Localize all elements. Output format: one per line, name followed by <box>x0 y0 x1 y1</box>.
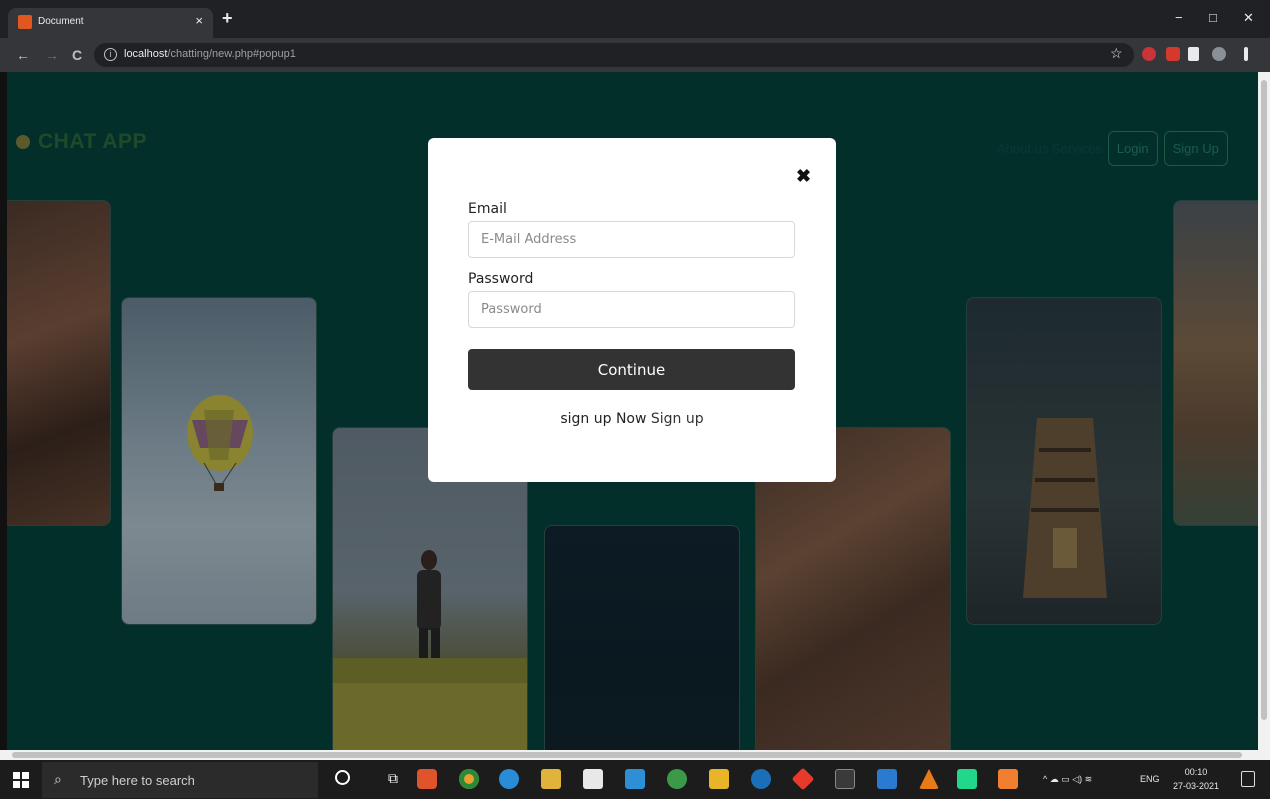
minimize-button[interactable]: − <box>1175 10 1183 25</box>
taskbar-clock[interactable]: 00:10 27-03-2021 <box>1168 765 1224 793</box>
app-diamond-icon[interactable] <box>791 767 815 791</box>
brave-browser-icon[interactable] <box>417 769 437 789</box>
profile-avatar-icon[interactable] <box>1212 47 1226 61</box>
cortana-icon[interactable] <box>335 770 350 785</box>
password-label: Password <box>468 271 534 287</box>
email-field[interactable] <box>468 221 795 258</box>
browser-titlebar: Document × + − □ ✕ <box>0 0 1270 38</box>
pycharm-icon[interactable] <box>957 769 977 789</box>
bookmark-star-icon[interactable]: ☆ <box>1110 45 1123 62</box>
reload-button[interactable]: C <box>72 47 82 63</box>
logo-icon <box>16 135 30 149</box>
xampp-icon[interactable] <box>998 769 1018 789</box>
nav-links[interactable]: About us Services <box>997 141 1102 156</box>
clock-date: 27-03-2021 <box>1172 781 1220 791</box>
store-icon[interactable] <box>583 769 603 789</box>
photo-card-canyon-left <box>7 200 111 526</box>
steam-icon[interactable] <box>751 769 771 789</box>
close-icon[interactable]: ✖ <box>796 166 811 187</box>
signup-prefix-text: sign up Now <box>560 411 647 427</box>
browser-toolbar: ← → C i localhost/chatting/new.php#popup… <box>0 38 1270 72</box>
windows-start-icon[interactable] <box>13 772 29 788</box>
hot-air-balloon-icon <box>187 395 253 491</box>
menu-kebab-icon[interactable] <box>1244 47 1248 61</box>
signup-button[interactable]: Sign Up <box>1163 131 1228 166</box>
photo-card-night-sky <box>544 525 740 750</box>
mail-icon[interactable] <box>625 769 645 789</box>
brand-logo[interactable]: CHAT APP <box>16 130 147 154</box>
horizontal-scrollbar[interactable] <box>0 750 1270 760</box>
xbox-icon[interactable] <box>667 769 687 789</box>
brand-name: CHAT APP <box>38 130 147 153</box>
language-indicator[interactable]: ENG <box>1140 774 1160 784</box>
xampp-favicon-icon <box>18 15 32 29</box>
login-popup: ✖ Email Password Continue sign up Now Si… <box>428 138 836 482</box>
vlc-icon[interactable] <box>919 769 939 789</box>
notification-center-icon[interactable] <box>1241 771 1255 787</box>
task-view-icon[interactable]: ⧉ <box>388 770 398 787</box>
site-info-icon[interactable]: i <box>104 48 117 61</box>
address-bar[interactable]: i localhost/chatting/new.php#popup1 <box>94 43 1134 67</box>
back-button[interactable]: ← <box>16 47 30 63</box>
signup-prompt: sign up Now Sign up <box>428 411 836 427</box>
epic-games-icon[interactable] <box>835 769 855 789</box>
photo-card-temple <box>966 297 1162 625</box>
window-close-button[interactable]: ✕ <box>1243 10 1254 26</box>
continue-button[interactable]: Continue <box>468 349 795 390</box>
header-nav: About us Services Login Sign Up <box>997 131 1228 166</box>
chrome-icon[interactable] <box>459 769 479 789</box>
maximize-button[interactable]: □ <box>1209 10 1217 25</box>
taskbar-search-box[interactable]: ⌕ Type here to search <box>42 762 318 798</box>
email-label: Email <box>468 201 507 217</box>
password-field[interactable] <box>468 291 795 328</box>
login-button[interactable]: Login <box>1107 131 1158 166</box>
extension-icon[interactable] <box>1142 47 1156 61</box>
tray-icons[interactable]: ^ ☁ ▭ ◁) ≋ <box>1043 774 1092 785</box>
clock-time: 00:10 <box>1184 767 1208 777</box>
edge-icon[interactable] <box>499 769 519 789</box>
forward-button[interactable]: → <box>45 47 59 63</box>
tab-close-icon[interactable]: × <box>195 13 203 28</box>
new-tab-button[interactable]: + <box>222 8 233 29</box>
rockstar-launcher-icon[interactable] <box>709 769 729 789</box>
url-text: localhost/chatting/new.php#popup1 <box>124 48 296 60</box>
browser-tab[interactable]: Document × <box>8 8 213 38</box>
tab-title: Document <box>38 16 84 27</box>
windows-taskbar: ⌕ Type here to search ⧉ ^ ☁ ▭ ◁) ≋ ENG 0… <box>0 760 1270 799</box>
search-icon: ⌕ <box>54 771 62 787</box>
file-explorer-icon[interactable] <box>541 769 561 789</box>
photo-card-balloon <box>121 297 317 625</box>
ublock-extension-icon[interactable] <box>1166 47 1180 61</box>
signup-link[interactable]: Sign up <box>651 411 704 427</box>
page-left-edge <box>0 72 7 750</box>
vertical-scroll-thumb[interactable] <box>1261 80 1267 720</box>
vscode-icon[interactable] <box>877 769 897 789</box>
taskbar-search-placeholder: Type here to search <box>80 773 195 788</box>
vertical-scrollbar[interactable] <box>1258 72 1270 750</box>
photo-card-man-portrait <box>1173 200 1258 526</box>
puzzle-extensions-icon[interactable] <box>1188 47 1199 61</box>
horizontal-scroll-thumb[interactable] <box>12 752 1242 758</box>
